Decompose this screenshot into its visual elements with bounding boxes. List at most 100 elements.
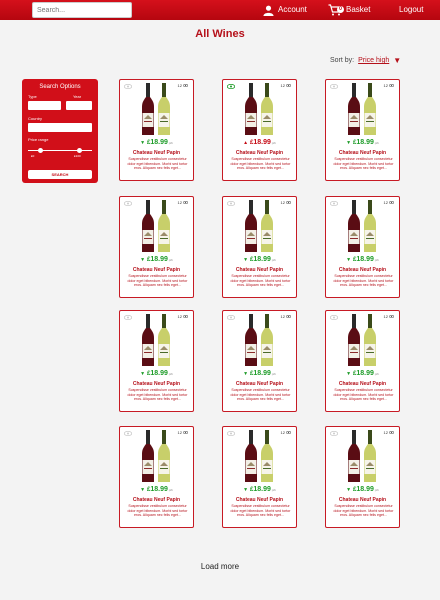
favourite-icon[interactable] bbox=[227, 201, 235, 206]
price-slider-track[interactable] bbox=[28, 148, 92, 153]
product-card[interactable]: 12 ▼ £18.99 p/b Chateau Neuf Papin Suspe… bbox=[222, 310, 297, 412]
chevron-down-icon[interactable]: ▼ bbox=[393, 56, 401, 65]
search-input[interactable] bbox=[32, 2, 132, 18]
country-select[interactable] bbox=[28, 123, 92, 132]
type-select[interactable] bbox=[28, 101, 61, 110]
product-name[interactable]: Chateau Neuf Papin bbox=[223, 150, 296, 156]
basket-label: Basket bbox=[346, 5, 371, 14]
filter-title: Search Options bbox=[39, 84, 81, 90]
view-count-value: 12 bbox=[383, 314, 388, 319]
view-count-value: 12 bbox=[177, 314, 182, 319]
arrow-up-icon: ▲ bbox=[243, 140, 249, 146]
price-max-handle[interactable] bbox=[76, 148, 82, 153]
product-name[interactable]: Chateau Neuf Papin bbox=[326, 267, 399, 273]
wine-bottles-image bbox=[243, 200, 277, 252]
type-label: Type bbox=[28, 94, 37, 99]
product-name[interactable]: Chateau Neuf Papin bbox=[223, 267, 296, 273]
favourite-icon[interactable] bbox=[330, 84, 338, 89]
price: ▼ £18.99 p/b bbox=[346, 370, 379, 377]
price-value: 18.99 bbox=[253, 256, 271, 263]
view-count: 12 bbox=[384, 430, 394, 435]
product-name[interactable]: Chateau Neuf Papin bbox=[223, 381, 296, 387]
product-name[interactable]: Chateau Neuf Papin bbox=[326, 150, 399, 156]
sort-value[interactable]: Price high bbox=[358, 57, 389, 64]
price: ▼ £18.99 p/b bbox=[346, 256, 379, 263]
eye-icon bbox=[389, 315, 394, 318]
product-name[interactable]: Chateau Neuf Papin bbox=[120, 497, 193, 503]
view-count: 12 bbox=[281, 200, 291, 205]
price-value: 18.99 bbox=[150, 370, 168, 377]
page-title: All Wines bbox=[195, 28, 245, 40]
product-card[interactable]: 12 ▼ £18.99 p/b Chateau Neuf Papin Suspe… bbox=[325, 196, 400, 298]
favourite-icon[interactable] bbox=[330, 201, 338, 206]
arrow-down-icon: ▼ bbox=[243, 371, 249, 377]
view-count: 12 bbox=[384, 83, 394, 88]
year-select[interactable] bbox=[66, 101, 92, 110]
favourite-icon[interactable] bbox=[330, 315, 338, 320]
product-card[interactable]: 12 ▼ £18.99 p/b Chateau Neuf Papin Suspe… bbox=[119, 79, 194, 181]
eye-icon bbox=[286, 315, 291, 318]
view-count-value: 12 bbox=[280, 430, 285, 435]
basket-link[interactable]: 0 Basket bbox=[328, 0, 370, 20]
arrow-down-icon: ▼ bbox=[243, 487, 249, 493]
sort-label: Sort by: bbox=[330, 57, 355, 64]
favourite-icon[interactable] bbox=[227, 84, 235, 89]
wine-bottles-image bbox=[243, 430, 277, 482]
logout-link[interactable]: Logout bbox=[399, 0, 423, 20]
search-button[interactable]: SEARCH bbox=[28, 170, 92, 179]
view-count-value: 12 bbox=[383, 430, 388, 435]
product-name[interactable]: Chateau Neuf Papin bbox=[120, 150, 193, 156]
product-name[interactable]: Chateau Neuf Papin bbox=[120, 381, 193, 387]
basket-icon-wrap: 0 bbox=[328, 4, 344, 16]
product-description: Suspendisse vestibulum consectetur dolor… bbox=[333, 504, 394, 518]
favourite-icon[interactable] bbox=[330, 431, 338, 436]
wine-bottles-image bbox=[140, 200, 174, 252]
wine-bottles-image bbox=[140, 314, 174, 366]
price-value: 18.99 bbox=[253, 370, 271, 377]
price-min-handle[interactable] bbox=[38, 148, 44, 153]
product-card[interactable]: 12 ▼ £18.99 p/b Chateau Neuf Papin Suspe… bbox=[119, 426, 194, 528]
product-card[interactable]: 12 ▼ £18.99 p/b Chateau Neuf Papin Suspe… bbox=[325, 310, 400, 412]
product-card[interactable]: 12 ▼ £18.99 p/b Chateau Neuf Papin Suspe… bbox=[325, 79, 400, 181]
sort-control[interactable]: Sort by: Price high ▼ bbox=[330, 56, 401, 65]
price: ▼ £18.99 p/b bbox=[243, 256, 276, 263]
eye-icon bbox=[183, 431, 188, 434]
view-count: 12 bbox=[281, 83, 291, 88]
product-name[interactable]: Chateau Neuf Papin bbox=[120, 267, 193, 273]
favourite-icon[interactable] bbox=[124, 315, 132, 320]
favourite-icon[interactable] bbox=[124, 84, 132, 89]
view-count: 12 bbox=[178, 200, 188, 205]
price-min-label: £0 bbox=[31, 154, 35, 158]
view-count-value: 12 bbox=[280, 200, 285, 205]
view-count-value: 12 bbox=[177, 200, 182, 205]
favourite-icon[interactable] bbox=[124, 431, 132, 436]
eye-icon bbox=[183, 201, 188, 204]
price-value: 18.99 bbox=[253, 139, 271, 146]
view-count-value: 12 bbox=[280, 83, 285, 88]
product-name[interactable]: Chateau Neuf Papin bbox=[326, 497, 399, 503]
arrow-down-icon: ▼ bbox=[346, 140, 352, 146]
product-card[interactable]: 12 ▼ £18.99 p/b Chateau Neuf Papin Suspe… bbox=[119, 196, 194, 298]
arrow-down-icon: ▼ bbox=[140, 257, 146, 263]
favourite-icon[interactable] bbox=[227, 315, 235, 320]
account-link[interactable]: Account bbox=[263, 0, 307, 20]
product-card[interactable]: 12 ▼ £18.99 p/b Chateau Neuf Papin Suspe… bbox=[119, 310, 194, 412]
product-description: Suspendisse vestibulum consectetur dolor… bbox=[230, 274, 291, 288]
product-name[interactable]: Chateau Neuf Papin bbox=[223, 497, 296, 503]
product-card[interactable]: 12 ▲ £18.99 p/b Chateau Neuf Papin Suspe… bbox=[222, 79, 297, 181]
view-count-value: 12 bbox=[383, 200, 388, 205]
price-value: 18.99 bbox=[356, 139, 374, 146]
price: ▼ £18.99 p/b bbox=[243, 370, 276, 377]
favourite-icon[interactable] bbox=[227, 431, 235, 436]
product-name[interactable]: Chateau Neuf Papin bbox=[326, 381, 399, 387]
view-count: 12 bbox=[178, 314, 188, 319]
load-more-button[interactable]: Load more bbox=[0, 562, 440, 571]
product-card[interactable]: 12 ▼ £18.99 p/b Chateau Neuf Papin Suspe… bbox=[222, 196, 297, 298]
favourite-icon[interactable] bbox=[124, 201, 132, 206]
wine-bottles-image bbox=[243, 83, 277, 135]
product-description: Suspendisse vestibulum consectetur dolor… bbox=[333, 388, 394, 402]
product-card[interactable]: 12 ▼ £18.99 p/b Chateau Neuf Papin Suspe… bbox=[222, 426, 297, 528]
view-count-value: 12 bbox=[177, 430, 182, 435]
product-description: Suspendisse vestibulum consectetur dolor… bbox=[127, 388, 188, 402]
product-card[interactable]: 12 ▼ £18.99 p/b Chateau Neuf Papin Suspe… bbox=[325, 426, 400, 528]
